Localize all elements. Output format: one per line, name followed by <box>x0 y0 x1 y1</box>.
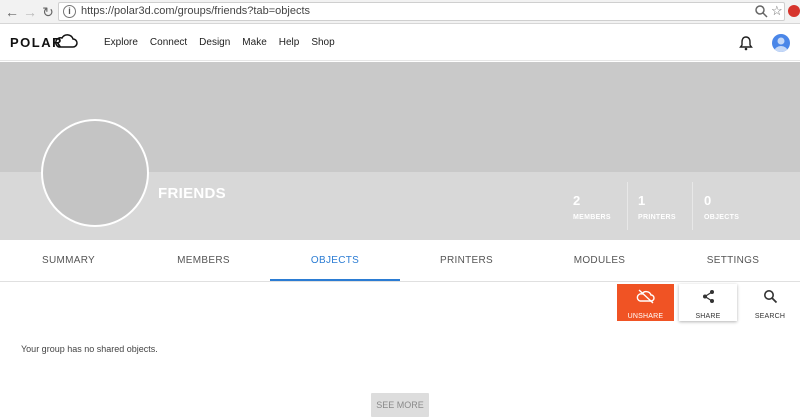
group-avatar[interactable] <box>41 119 149 227</box>
stat-printers[interactable]: 1 PRINTERS <box>638 193 676 221</box>
reload-icon[interactable]: ↻ <box>40 3 56 21</box>
stat-members[interactable]: 2 MEMBERS <box>573 193 611 221</box>
stat-value: 2 <box>573 193 581 208</box>
stat-label: MEMBERS <box>573 214 611 221</box>
active-tab-indicator <box>270 279 400 281</box>
cloud-off-icon <box>636 289 655 304</box>
stat-divider <box>692 182 693 230</box>
share-button[interactable]: SHARE <box>679 284 737 321</box>
stat-objects[interactable]: 0 OBJECTS <box>704 193 739 221</box>
stat-value: 1 <box>638 193 646 208</box>
stat-label: OBJECTS <box>704 214 740 221</box>
cloud-logo-icon[interactable] <box>54 33 78 49</box>
see-more-button[interactable]: SEE MORE <box>371 393 429 417</box>
share-label: SHARE <box>695 313 721 320</box>
bookmark-star-icon[interactable]: ☆ <box>771 3 783 19</box>
tab-modules[interactable]: MODULES <box>533 240 666 282</box>
stat-value: 0 <box>704 193 712 208</box>
site-header: POLAR Explore Connect Design Make Help S… <box>0 25 800 61</box>
nav-shop[interactable]: Shop <box>311 37 334 48</box>
search-button[interactable]: SEARCH <box>748 284 792 321</box>
nav-help[interactable]: Help <box>279 37 300 48</box>
unshare-label: UNSHARE <box>627 313 664 320</box>
nav-explore[interactable]: Explore <box>104 37 138 48</box>
share-icon <box>702 290 714 303</box>
tab-members[interactable]: MEMBERS <box>137 240 270 282</box>
back-arrow-icon[interactable]: ← <box>4 3 20 21</box>
address-bar[interactable]: i https://polar3d.com/groups/friends?tab… <box>58 2 785 21</box>
nav-make[interactable]: Make <box>242 37 266 48</box>
tab-settings[interactable]: SETTINGS <box>666 240 800 282</box>
notification-bell-icon[interactable] <box>739 35 753 51</box>
browser-toolbar: ← → ↻ i https://polar3d.com/groups/frien… <box>0 0 800 24</box>
user-avatar[interactable] <box>772 34 790 52</box>
search-icon <box>763 290 777 304</box>
info-icon[interactable]: i <box>63 5 76 18</box>
main-nav: Explore Connect Design Make Help Shop <box>104 37 347 48</box>
tab-objects[interactable]: OBJECTS <box>270 240 400 282</box>
extension-icon[interactable] <box>788 5 800 17</box>
tab-summary[interactable]: SUMMARY <box>0 240 137 282</box>
url-text[interactable]: https://polar3d.com/groups/friends?tab=o… <box>81 5 310 17</box>
empty-objects-message: Your group has no shared objects. <box>21 344 158 354</box>
group-banner: FRIENDS 2 MEMBERS 1 PRINTERS 0 OBJECTS <box>0 62 800 240</box>
stat-divider <box>627 182 628 230</box>
search-label: SEARCH <box>754 313 786 320</box>
stat-label: PRINTERS <box>638 214 676 221</box>
group-tabs: SUMMARY MEMBERS OBJECTS PRINTERS MODULES… <box>0 240 800 282</box>
nav-connect[interactable]: Connect <box>150 37 187 48</box>
nav-design[interactable]: Design <box>199 37 230 48</box>
group-name: FRIENDS <box>158 185 226 202</box>
zoom-icon[interactable] <box>754 4 768 18</box>
unshare-button[interactable]: UNSHARE <box>617 284 674 321</box>
tab-printers[interactable]: PRINTERS <box>400 240 533 282</box>
forward-arrow-icon[interactable]: → <box>22 3 38 21</box>
user-icon <box>774 37 788 52</box>
